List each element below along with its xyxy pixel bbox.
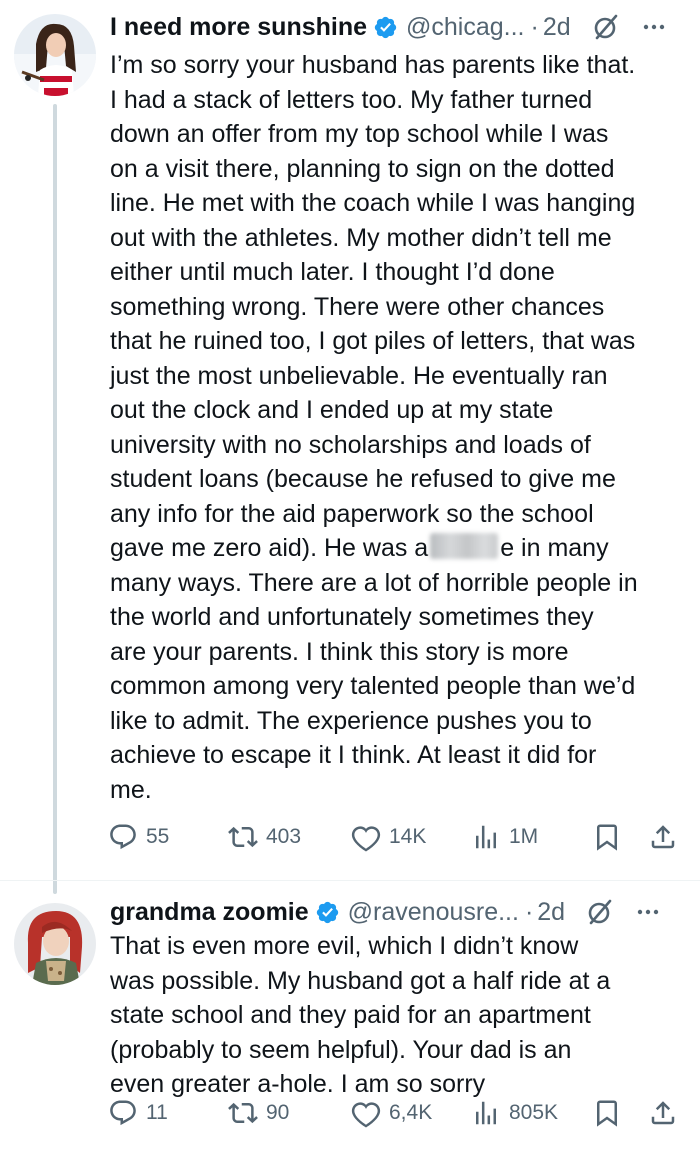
text-line: university with no scholarships and load… [110, 430, 591, 459]
repost-button[interactable]: 403 [228, 822, 301, 852]
repost-button[interactable]: 90 [228, 1098, 289, 1128]
censor-blur [430, 533, 499, 559]
text-line: was possible. My husband got a half ride… [110, 966, 611, 995]
text-line: (probably to seem helpful). Your dad is … [110, 1035, 572, 1064]
text-fragment: gave me zero aid). He was a [110, 534, 429, 562]
tweet-text: I’m so sorry your husband has parents li… [110, 48, 690, 807]
more-icon[interactable] [639, 12, 669, 42]
views-count: 1M [509, 825, 539, 848]
grok-icon[interactable] [585, 897, 615, 927]
separator-dot: · [530, 12, 539, 41]
share-icon [648, 822, 678, 852]
views-icon [471, 822, 501, 852]
timestamp[interactable]: 2d [543, 13, 571, 42]
text-line: something wrong. There were other chance… [110, 292, 605, 321]
share-button[interactable] [648, 822, 678, 852]
action-bar: 11 90 6,4K 805K [108, 1093, 688, 1133]
bookmark-button[interactable] [592, 1098, 622, 1128]
text-line: on a visit there, planning to sign on th… [110, 154, 615, 183]
action-bar: 55 403 14K 1M [108, 817, 688, 857]
text-line: state school and they paid for an apartm… [110, 1001, 591, 1029]
author-handle[interactable]: @ravenousre... [348, 898, 519, 927]
more-icon[interactable] [633, 897, 663, 927]
repost-count: 403 [266, 825, 302, 848]
heart-icon [351, 822, 381, 852]
bookmark-icon [592, 1098, 622, 1128]
reply-icon [108, 1098, 138, 1128]
share-icon [648, 1098, 678, 1128]
text-fragment: e in many [500, 534, 609, 562]
tweet[interactable]: grandma zoomie @ravenousre... · 2d That … [0, 880, 700, 1166]
views-button[interactable]: 805K [471, 1098, 558, 1128]
timestamp[interactable]: 2d [537, 898, 565, 927]
like-button[interactable]: 6,4K [351, 1098, 432, 1128]
text-line: that he ruined too, I got piles of lette… [110, 327, 636, 355]
text-line: either until much later. I thought I’d d… [110, 258, 555, 286]
bookmark-icon [592, 822, 622, 852]
tweet-text: That is even more evil, which I didn’t k… [110, 929, 690, 1102]
text-line: common among very talented people than w… [110, 672, 636, 700]
text-line: many ways. There are a lot of horrible p… [110, 568, 638, 597]
share-button[interactable] [648, 1098, 678, 1128]
text-line: are your parents. I think this story is … [110, 637, 569, 666]
views-button[interactable]: 1M [471, 822, 538, 852]
text-line: like to admit. The experience pushes you… [110, 706, 592, 735]
views-count: 805K [509, 1101, 559, 1124]
text-line: the world and unfortunately sometimes th… [110, 603, 594, 631]
author-name[interactable]: I need more sunshine [110, 13, 367, 42]
repost-icon [228, 1098, 258, 1128]
views-icon [471, 1098, 501, 1128]
avatar[interactable] [14, 903, 96, 985]
grok-icon[interactable] [591, 12, 621, 42]
reply-count: 55 [146, 825, 170, 848]
like-count: 6,4K [389, 1101, 433, 1124]
tweet-header: I need more sunshine @chicag... · 2d [110, 10, 690, 44]
repost-count: 90 [266, 1101, 290, 1124]
verified-badge-icon [373, 15, 398, 40]
separator-dot: · [524, 897, 534, 926]
like-count: 14K [389, 825, 427, 848]
reply-button[interactable]: 55 [108, 822, 169, 852]
verified-badge-icon [315, 900, 340, 925]
bookmark-button[interactable] [592, 822, 622, 852]
tweet-header: grandma zoomie @ravenousre... · 2d [110, 895, 690, 929]
text-line: out with the athletes. My mother didn’t … [110, 223, 612, 252]
like-button[interactable]: 14K [351, 822, 426, 852]
thread-line [53, 104, 57, 894]
text-line-censored: gave me zero aid). He was a e in many [110, 531, 690, 566]
text-line: line. He met with the coach while I was … [110, 189, 636, 217]
repost-icon [228, 822, 258, 852]
text-line: down an offer from my top school while I… [110, 120, 609, 148]
text-line: me. [110, 775, 152, 804]
text-line: out the clock and I ended up at my state [110, 396, 554, 424]
text-line: I had a stack of letters too. My father … [110, 85, 593, 114]
author-handle[interactable]: @chicag... [406, 13, 524, 42]
text-line: I’m so sorry your husband has parents li… [110, 51, 636, 79]
text-line: just the most unbelievable. He eventuall… [110, 361, 608, 390]
reply-icon [108, 822, 138, 852]
text-line: That is even more evil, which I didn’t k… [110, 932, 579, 960]
tweet[interactable]: I need more sunshine @chicag... · 2d I’m… [0, 0, 700, 894]
text-line: any info for the aid paperwork so the sc… [110, 499, 594, 528]
text-line: achieve to escape it I think. At least i… [110, 741, 597, 769]
heart-icon [351, 1098, 381, 1128]
author-name[interactable]: grandma zoomie [110, 898, 309, 927]
reply-button[interactable]: 11 [108, 1098, 168, 1128]
reply-count: 11 [146, 1101, 168, 1124]
avatar[interactable] [14, 14, 96, 96]
text-line: student loans (because he refused to giv… [110, 465, 616, 493]
